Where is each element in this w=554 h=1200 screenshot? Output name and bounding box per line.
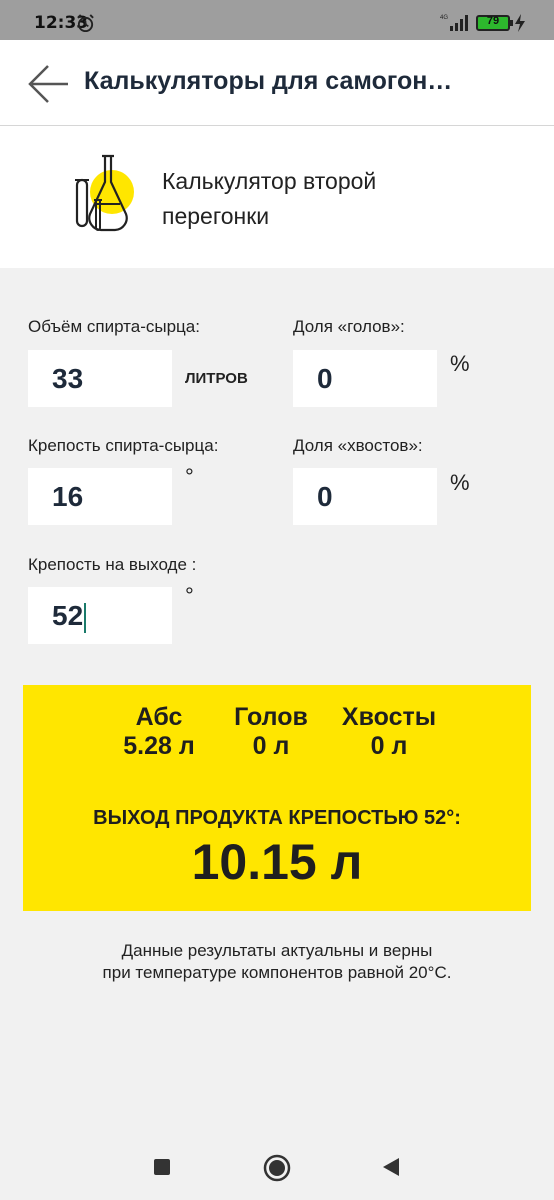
raw-volume-label: Объём спирта-сырца:: [28, 317, 200, 336]
raw-volume-unit: ЛИТРОВ: [185, 370, 248, 387]
app-bar: Калькуляторы для самогон…: [0, 40, 554, 126]
result-heads: Голов 0 л: [223, 703, 319, 761]
heads-share-unit: %: [450, 351, 470, 376]
temperature-note: Данные результаты актуальны и верны при …: [0, 940, 554, 984]
alarm-icon: [77, 14, 94, 33]
system-nav-bar: [0, 1133, 554, 1200]
result-tails: Хвосты 0 л: [329, 703, 449, 761]
result-tails-value: 0 л: [370, 732, 408, 760]
bolt-icon: [515, 14, 525, 32]
triangle-back-icon[interactable]: [381, 1157, 401, 1177]
status-bar: 12:33 4G 79: [0, 0, 554, 40]
tails-share-input[interactable]: 0: [293, 468, 437, 525]
tails-share-unit: %: [450, 470, 470, 495]
output-strength-input[interactable]: 52: [28, 587, 172, 644]
result-abs-header: Абс: [135, 703, 183, 731]
raw-strength-input[interactable]: 16: [28, 468, 172, 525]
output-strength-label: Крепость на выходе :: [28, 555, 197, 574]
result-heads-value: 0 л: [252, 732, 290, 760]
page-title: Калькуляторы для самогон…: [84, 67, 453, 95]
result-abs-value: 5.28 л: [123, 732, 195, 760]
calculator-title: Калькулятор второй перегонки: [162, 168, 377, 229]
circle-icon[interactable]: [263, 1154, 291, 1182]
arrow-left-icon[interactable]: [24, 60, 72, 108]
output-strength-unit: °: [185, 583, 194, 608]
battery-indicator: 79: [476, 15, 513, 31]
battery-level: 79: [486, 15, 500, 27]
signal-4g-icon: 4G: [440, 15, 468, 31]
output-label: ВЫХОД ПРОДУКТА КРЕПОСТЬЮ 52°:: [93, 807, 461, 829]
note-line-1: Данные результаты актуальны и верны: [121, 941, 433, 960]
result-panel: Абс 5.28 л Голов 0 л Хвосты 0 л ВЫХОД ПР…: [23, 685, 531, 911]
raw-strength-label: Крепость спирта-сырца:: [28, 436, 219, 455]
note-line-2: при температуре компонентов равной 20°С.: [102, 963, 452, 982]
text-cursor: [84, 602, 87, 633]
result-abs: Абс 5.28 л: [109, 703, 209, 761]
raw-volume-input[interactable]: 33: [28, 350, 172, 407]
square-icon[interactable]: [153, 1158, 171, 1176]
svg-text:4G: 4G: [440, 15, 448, 21]
heads-share-input[interactable]: 0: [293, 350, 437, 407]
result-heads-header: Голов: [234, 703, 308, 731]
raw-strength-unit: °: [185, 464, 194, 489]
calculator-header: Калькулятор второй перегонки: [0, 126, 554, 268]
output-value: 10.15 л: [191, 834, 363, 890]
flask-icon: [75, 154, 134, 232]
tails-share-label: Доля «хвостов»:: [293, 436, 423, 455]
heads-share-label: Доля «голов»:: [293, 317, 405, 336]
result-tails-header: Хвосты: [341, 703, 437, 731]
output-strength-value: 52: [52, 600, 84, 631]
